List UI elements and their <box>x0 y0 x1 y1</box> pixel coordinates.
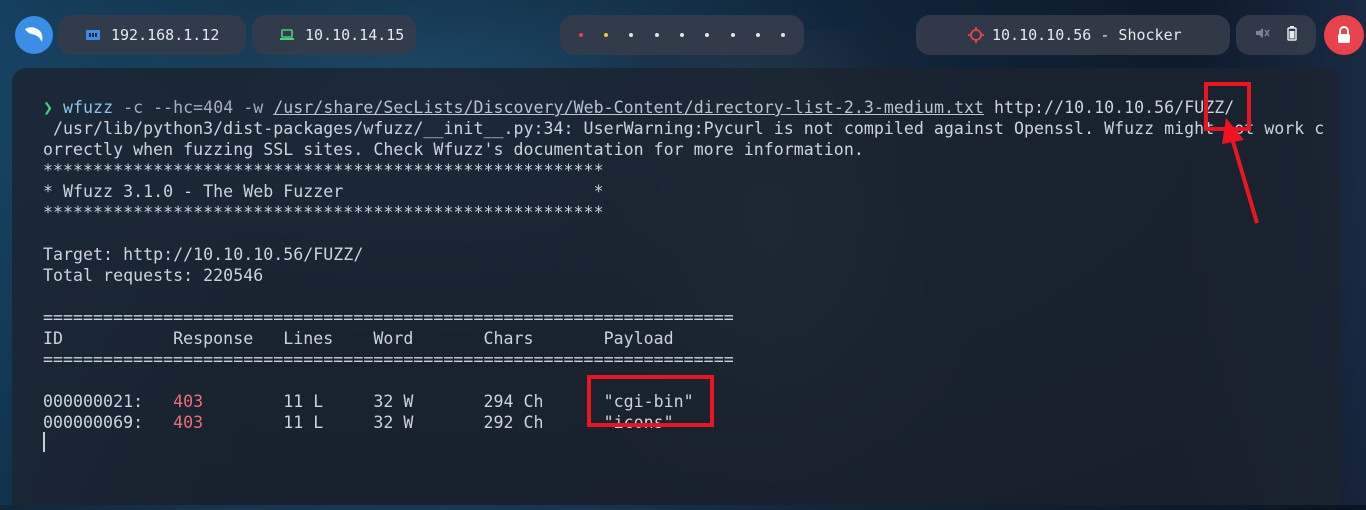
workspace-2[interactable] <box>603 33 608 37</box>
local-ip-indicator[interactable]: 192.168.1.12 <box>58 15 246 55</box>
laptop-icon <box>279 27 295 43</box>
battery-icon[interactable] <box>1286 25 1298 45</box>
workspace-3[interactable] <box>629 33 634 37</box>
workspace-1[interactable] <box>578 33 583 37</box>
kali-logo-button[interactable] <box>15 16 53 54</box>
table-separator-top: ========================================… <box>43 308 734 327</box>
system-tray[interactable] <box>1236 15 1316 55</box>
target-indicator[interactable]: 10.10.10.56 - Shocker <box>916 15 1230 55</box>
terminal-window[interactable]: ❯ wfuzz -c --hc=404 -w /usr/share/SecLis… <box>12 68 1340 505</box>
target-line: Target: http://10.10.10.56/FUZZ/ <box>43 245 364 264</box>
command-line: ❯ wfuzz -c --hc=404 -w /usr/share/SecLis… <box>43 97 1234 118</box>
total-requests-line: Total requests: 220546 <box>43 266 264 285</box>
workspace-8[interactable] <box>755 33 760 37</box>
banner-title: * Wfuzz 3.1.0 - The Web Fuzzer * <box>43 182 604 201</box>
annotation-box-cgi-bin <box>587 375 714 427</box>
workspace-switcher[interactable] <box>560 15 804 55</box>
banner-bottom-border: ****************************************… <box>43 203 604 222</box>
vpn-ip-indicator[interactable]: 10.10.14.15 <box>252 15 416 55</box>
network-icon <box>85 27 101 43</box>
banner-top-border: ****************************************… <box>43 161 604 180</box>
table-header: ID Response Lines Word Chars Payload <box>43 329 674 348</box>
crosshair-icon <box>968 27 984 43</box>
table-separator-bottom: ========================================… <box>43 350 734 369</box>
command-args: -c --hc=404 -w <box>113 98 274 117</box>
prompt-symbol: ❯ <box>43 98 54 117</box>
lock-button[interactable] <box>1324 15 1364 55</box>
workspace-6[interactable] <box>705 33 710 37</box>
result-status-code: 403 <box>173 392 204 411</box>
workspace-7[interactable] <box>730 33 735 37</box>
result-id: 000000069: <box>43 413 174 432</box>
speaker-muted-icon[interactable] <box>1254 25 1270 45</box>
result-id: 000000021: <box>43 392 174 411</box>
warning-line-1: /usr/lib/python3/dist-packages/wfuzz/__i… <box>43 119 1325 138</box>
result-row: 000000069: 403 11 L 32 W 292 Ch "icons" <box>43 412 674 433</box>
target-url: http://10.10.10.56/FUZZ/ <box>984 98 1235 117</box>
wordlist-path: /usr/share/SecLists/Discovery/Web-Conten… <box>273 98 984 117</box>
workspace-4[interactable] <box>654 33 659 37</box>
kali-dragon-icon <box>25 27 43 42</box>
terminal-cursor <box>43 432 45 452</box>
local-ip-text: 192.168.1.12 <box>111 26 220 44</box>
workspace-9[interactable] <box>781 33 786 37</box>
annotation-arrow <box>1222 118 1259 224</box>
workspace-5[interactable] <box>679 33 684 37</box>
vpn-ip-text: 10.10.14.15 <box>305 26 405 44</box>
lock-icon <box>1338 26 1350 43</box>
command-name: wfuzz <box>63 98 114 117</box>
result-status-code: 403 <box>173 413 204 432</box>
target-text: 10.10.10.56 - Shocker <box>992 26 1182 44</box>
warning-line-2: orrectly when fuzzing SSL sites. Check W… <box>43 140 864 159</box>
